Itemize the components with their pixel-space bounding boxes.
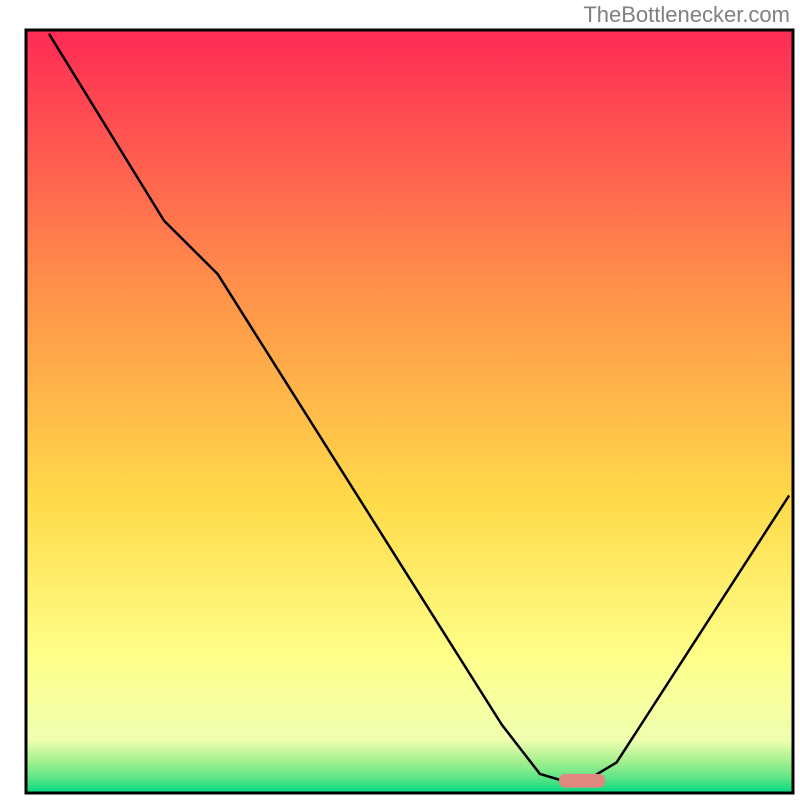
gradient-background — [26, 30, 793, 793]
chart-container: TheBottlenecker.com — [0, 0, 800, 800]
chart-svg — [0, 0, 800, 800]
attribution-text: TheBottlenecker.com — [583, 2, 790, 28]
optimal-marker — [559, 774, 605, 788]
